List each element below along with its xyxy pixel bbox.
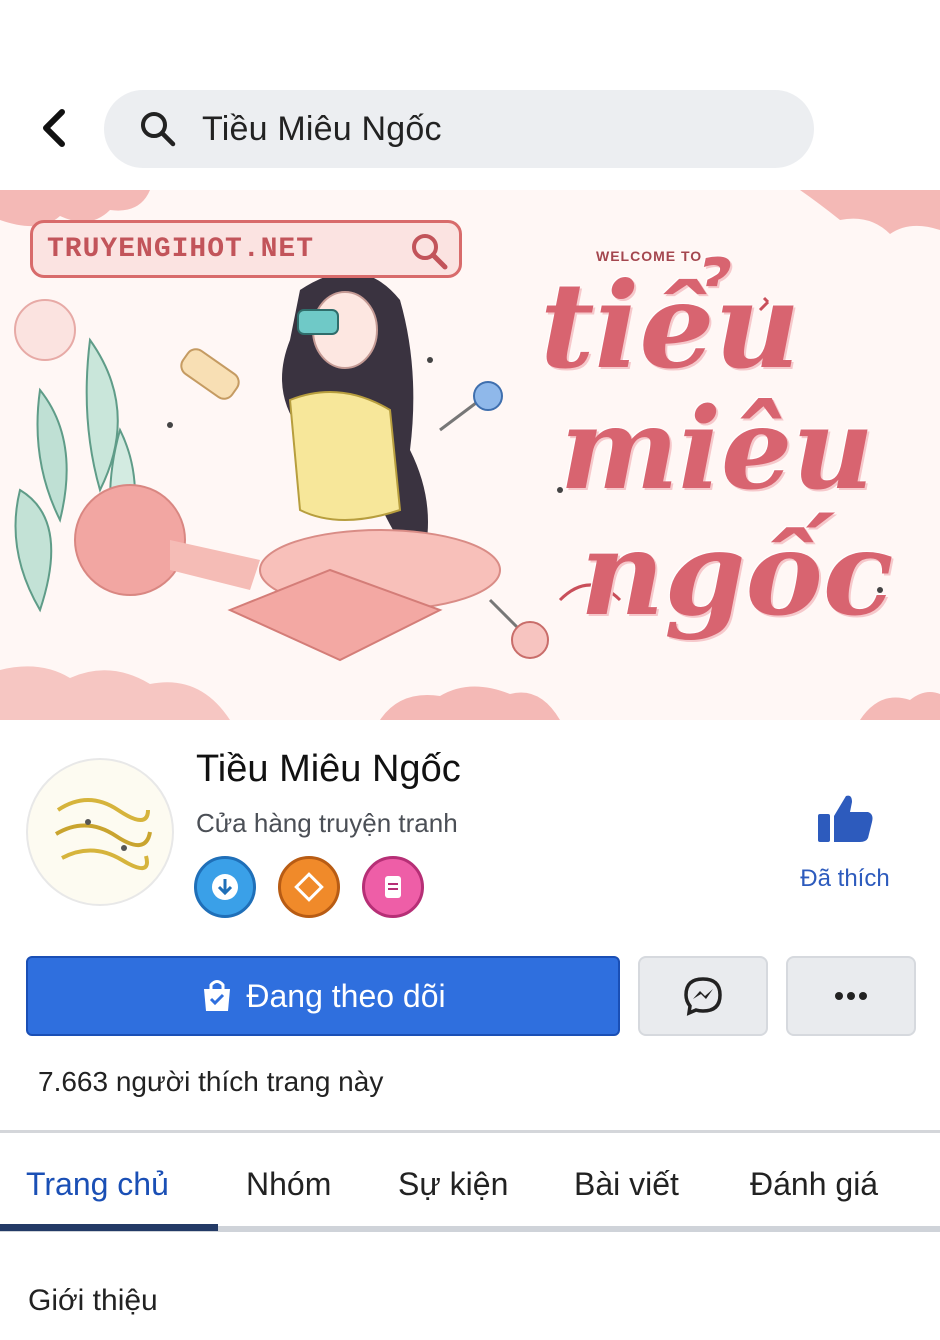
tab-events[interactable]: Sự kiện: [398, 1166, 508, 1203]
tab-posts[interactable]: Bài viết: [574, 1166, 679, 1203]
tab-home[interactable]: Trang chủ: [26, 1166, 169, 1203]
search-input-value: Tiều Miêu Ngốc: [202, 109, 442, 148]
cover-brand-text: TRUYENGIHOT.NET: [47, 233, 315, 265]
badge-square-icon[interactable]: [278, 856, 340, 918]
section-divider: [0, 1130, 940, 1133]
cover-script-line-2: miêu: [560, 384, 874, 515]
following-button-label: Đang theo dõi: [246, 977, 446, 1014]
cover-brand-box: TRUYENGIHOT.NET: [30, 220, 462, 278]
page-category: Cửa hàng truyện tranh: [196, 808, 458, 838]
top-bar: Tiều Miêu Ngốc: [0, 0, 940, 190]
liked-label: Đã thích: [800, 865, 890, 892]
liked-button[interactable]: Đã thích: [780, 790, 910, 900]
page-tabs: Trang chủ Nhóm Sự kiện Bài viết Đánh giá: [0, 1160, 940, 1230]
badge-download-icon[interactable]: [194, 856, 256, 918]
likes-count: 7.663 người thích trang này: [38, 1066, 384, 1097]
cover-photo[interactable]: TRUYENGIHOT.NET WELCOME TO tiểu miêu ngố…: [0, 190, 940, 720]
more-button[interactable]: [786, 956, 916, 1036]
search-icon: [141, 112, 176, 147]
tab-reviews[interactable]: Đánh giá: [750, 1166, 878, 1203]
more-icon: [835, 992, 867, 1000]
avatar-logo-image: [54, 798, 152, 870]
messenger-icon: [684, 977, 722, 1016]
messenger-button[interactable]: [638, 956, 768, 1036]
cover-script-line-3: ngốc: [580, 506, 894, 642]
tab-groups[interactable]: Nhóm: [246, 1166, 331, 1203]
like-thumb-icon: [818, 795, 873, 842]
cover-script-line-1: tiểu: [540, 256, 801, 395]
active-tab-indicator: [0, 1224, 218, 1231]
bag-icon: [204, 980, 231, 1011]
page-avatar[interactable]: [26, 758, 174, 906]
page-title: Tiều Miêu Ngốc: [196, 748, 461, 790]
cover-search-icon: [412, 234, 448, 270]
badge-clipboard-icon[interactable]: [362, 856, 424, 918]
search-input[interactable]: Tiều Miêu Ngốc: [104, 90, 814, 168]
badge-row: [194, 856, 424, 918]
intro-section-title: Giới thiệu: [28, 1284, 158, 1317]
back-arrow-icon[interactable]: [28, 100, 78, 156]
following-button[interactable]: Đang theo dõi: [26, 956, 620, 1036]
